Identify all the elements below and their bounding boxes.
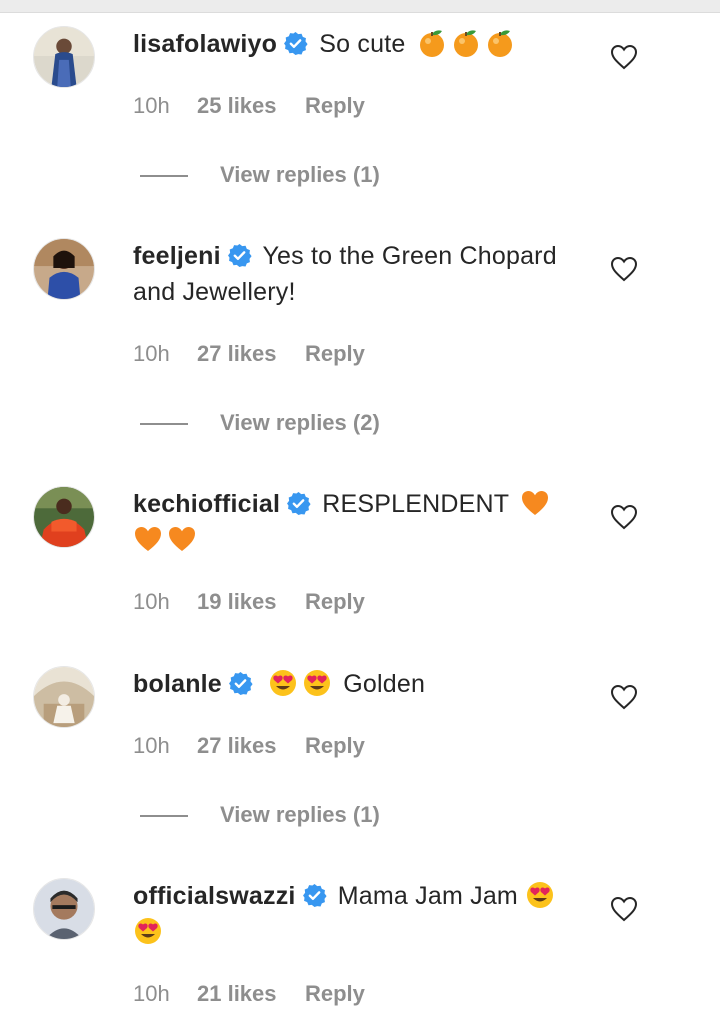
view-replies-button[interactable]: View replies (2) [140,408,380,438]
username[interactable]: feeljeni [133,242,221,270]
heart-eyes-icon [268,668,298,698]
top-bar [0,0,720,13]
verified-badge-icon [302,883,327,908]
likes-count[interactable]: 27 likes [197,731,305,761]
verified-badge-icon [283,31,308,56]
tangerine-icon [485,28,515,58]
comment-body: officialswazzi Mama Jam Jam [133,878,573,950]
reply-button[interactable]: Reply [305,731,365,761]
reply-button[interactable]: Reply [305,587,365,617]
likes-count[interactable]: 25 likes [197,91,305,121]
comment-text: Golden [343,670,426,698]
reply-button[interactable]: Reply [305,339,365,369]
avatar[interactable] [33,878,95,940]
comment-meta: 10h 21 likes Reply [133,979,365,1009]
timestamp: 10h [133,981,170,1006]
timestamp: 10h [133,93,170,118]
view-replies-label: View replies (1) [220,802,380,827]
tangerine-icon [417,28,447,58]
likes-count[interactable]: 19 likes [197,587,305,617]
username[interactable]: officialswazzi [133,882,296,910]
avatar[interactable] [33,666,95,728]
tangerine-icon [451,28,481,58]
verified-badge-icon [286,491,311,516]
avatar[interactable] [33,486,95,548]
divider-line [140,423,188,426]
username[interactable]: kechiofficial [133,490,280,518]
timestamp: 10h [133,589,170,614]
avatar[interactable] [33,26,95,88]
like-heart-icon[interactable] [610,896,638,922]
like-heart-icon[interactable] [610,44,638,70]
likes-count[interactable]: 21 likes [197,979,305,1009]
divider-line [140,175,188,178]
username[interactable]: lisafolawiyo [133,30,277,58]
comment-body: bolanle Golden [133,666,573,702]
verified-badge-icon [227,243,252,268]
comment-text: Mama Jam Jam [337,882,518,910]
comment-body: lisafolawiyo So cute [133,26,573,62]
username[interactable]: bolanle [133,670,222,698]
comment-text: RESPLENDENT [322,490,509,518]
orange-heart-icon [520,488,550,518]
comment-meta: 10h 19 likes Reply [133,587,365,617]
comment-body: kechiofficial RESPLENDENT [133,486,573,558]
reply-button[interactable]: Reply [305,91,365,121]
likes-count[interactable]: 27 likes [197,339,305,369]
view-replies-button[interactable]: View replies (1) [140,800,380,830]
comment-meta: 10h 27 likes Reply [133,731,365,761]
comment-body: feeljeni Yes to the Green Chopard and Je… [133,238,573,310]
reply-button[interactable]: Reply [305,979,365,1009]
verified-badge-icon [228,671,253,696]
view-replies-label: View replies (1) [220,162,380,187]
heart-eyes-icon [133,916,163,946]
orange-heart-icon [167,524,197,554]
comment-meta: 10h 25 likes Reply [133,91,365,121]
like-heart-icon[interactable] [610,256,638,282]
heart-eyes-icon [302,668,332,698]
view-replies-button[interactable]: View replies (1) [140,160,380,190]
avatar[interactable] [33,238,95,300]
like-heart-icon[interactable] [610,684,638,710]
comment-text: So cute [319,30,406,58]
timestamp: 10h [133,341,170,366]
orange-heart-icon [133,524,163,554]
divider-line [140,815,188,818]
comment-meta: 10h 27 likes Reply [133,339,365,369]
heart-eyes-icon [525,880,555,910]
view-replies-label: View replies (2) [220,410,380,435]
timestamp: 10h [133,733,170,758]
like-heart-icon[interactable] [610,504,638,530]
